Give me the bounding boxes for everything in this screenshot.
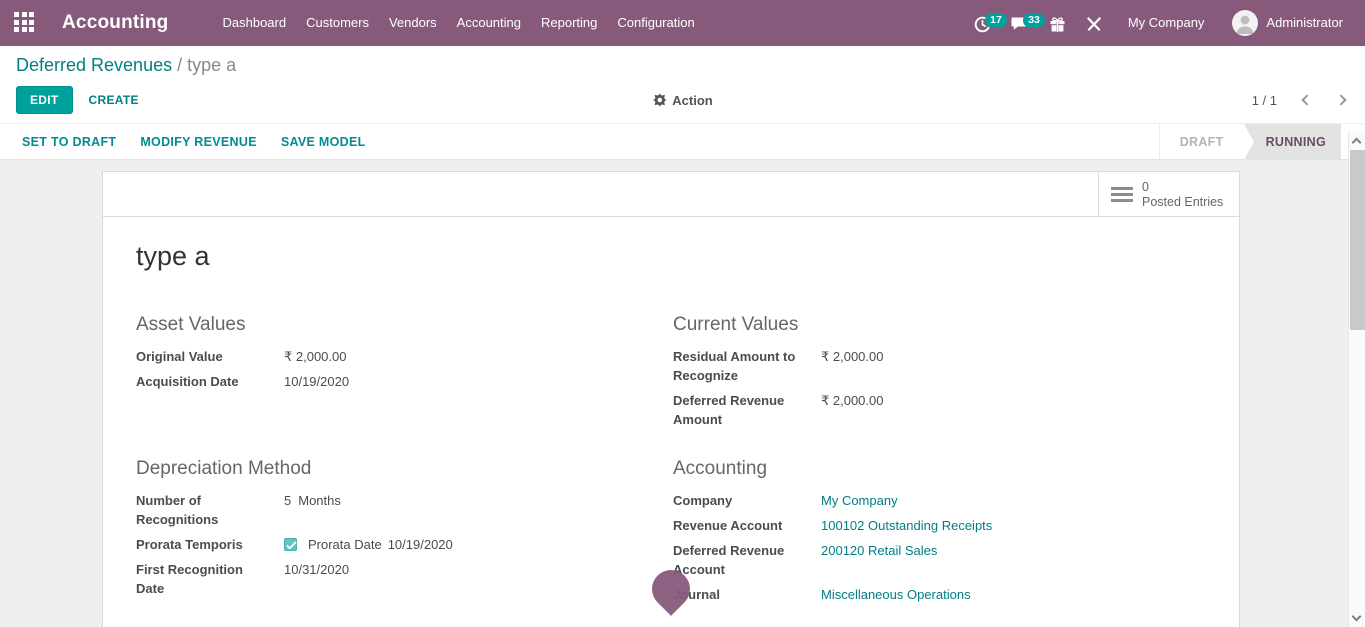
field-label: Revenue Account bbox=[673, 516, 821, 535]
field-value: ₹ 2,000.00 bbox=[821, 391, 884, 429]
prorata-checkbox[interactable] bbox=[284, 538, 297, 551]
group-accounting: Accounting Company My Company Revenue Ac… bbox=[673, 458, 1206, 607]
form-sheet: 0 Posted Entries type a Asset Values Ori… bbox=[102, 171, 1240, 627]
activities-button[interactable]: 17 bbox=[968, 10, 1001, 37]
field-label: Journal bbox=[673, 585, 821, 604]
revenue-account-link[interactable]: 100102 Outstanding Receipts bbox=[821, 516, 992, 535]
button-box: 0 Posted Entries bbox=[103, 172, 1239, 217]
group-depreciation-method: Depreciation Method Number of Recognitio… bbox=[136, 458, 673, 607]
field-label: Company bbox=[673, 491, 821, 510]
posted-entries-button[interactable]: 0 Posted Entries bbox=[1098, 172, 1239, 217]
create-button[interactable]: CREATE bbox=[77, 87, 151, 113]
field-journal: Journal Miscellaneous Operations bbox=[673, 582, 1206, 607]
field-value: 10/31/2020 bbox=[284, 560, 349, 598]
stage-draft[interactable]: DRAFT bbox=[1159, 124, 1244, 160]
breadcrumb-parent[interactable]: Deferred Revenues bbox=[16, 55, 172, 75]
field-label: Deferred Revenue Amount bbox=[673, 391, 821, 429]
stage-running: RUNNING bbox=[1244, 124, 1341, 160]
field-acquisition-date: Acquisition Date 10/19/2020 bbox=[136, 369, 673, 394]
gear-icon bbox=[652, 93, 666, 107]
menu-dashboard[interactable]: Dashboard bbox=[213, 0, 297, 46]
field-deferred-revenue-amount: Deferred Revenue Amount ₹ 2,000.00 bbox=[673, 388, 1206, 432]
record-title: type a bbox=[136, 241, 1206, 272]
messages-button[interactable]: 33 bbox=[1005, 10, 1039, 36]
field-residual-amount: Residual Amount to Recognize ₹ 2,000.00 bbox=[673, 344, 1206, 388]
field-label: Deferred Revenue Account bbox=[673, 541, 821, 579]
group-heading: Asset Values bbox=[136, 314, 673, 336]
pager-previous-icon[interactable] bbox=[1301, 94, 1312, 105]
gift-button[interactable] bbox=[1043, 10, 1076, 37]
action-label: Action bbox=[672, 93, 712, 108]
vertical-scrollbar[interactable] bbox=[1348, 132, 1365, 627]
field-value: ₹ 2,000.00 bbox=[821, 347, 884, 385]
gift-icon bbox=[1049, 16, 1066, 33]
field-first-recognition-date: First Recognition Date 10/31/2020 bbox=[136, 557, 673, 601]
deferred-revenue-account-link[interactable]: 200120 Retail Sales bbox=[821, 541, 937, 579]
stage-widget: DRAFT RUNNING bbox=[1159, 124, 1341, 160]
menu-configuration[interactable]: Configuration bbox=[607, 0, 704, 46]
main-menu: Dashboard Customers Vendors Accounting R… bbox=[213, 0, 705, 46]
group-current-values: Current Values Residual Amount to Recogn… bbox=[673, 314, 1206, 432]
group-heading: Accounting bbox=[673, 458, 1206, 480]
field-revenue-account: Revenue Account 100102 Outstanding Recei… bbox=[673, 513, 1206, 538]
menu-vendors[interactable]: Vendors bbox=[379, 0, 447, 46]
field-prorata-temporis: Prorata Temporis Prorata Date 10/19/2020 bbox=[136, 532, 673, 557]
field-value: ₹ 2,000.00 bbox=[284, 347, 347, 366]
messages-badge: 33 bbox=[1023, 13, 1045, 28]
field-label: Original Value bbox=[136, 347, 284, 366]
field-value: 5Months bbox=[284, 491, 341, 529]
pager-next-icon[interactable] bbox=[1335, 94, 1346, 105]
scrollbar-thumb[interactable] bbox=[1350, 150, 1365, 330]
menu-reporting[interactable]: Reporting bbox=[531, 0, 607, 46]
pager-counter: 1 / 1 bbox=[1252, 93, 1277, 108]
posted-entries-count: 0 bbox=[1142, 180, 1223, 195]
field-original-value: Original Value ₹ 2,000.00 bbox=[136, 344, 673, 369]
prorata-date-value: 10/19/2020 bbox=[388, 537, 453, 552]
set-to-draft-button[interactable]: SET TO DRAFT bbox=[22, 135, 116, 149]
posted-entries-label: Posted Entries bbox=[1142, 195, 1223, 210]
menu-accounting[interactable]: Accounting bbox=[447, 0, 531, 46]
field-deferred-revenue-account: Deferred Revenue Account 200120 Retail S… bbox=[673, 538, 1206, 582]
action-menu-button[interactable]: Action bbox=[652, 93, 712, 108]
scroll-up-icon[interactable] bbox=[1352, 138, 1362, 148]
field-label: First Recognition Date bbox=[136, 560, 284, 598]
group-heading: Depreciation Method bbox=[136, 458, 673, 480]
field-label: Acquisition Date bbox=[136, 372, 284, 391]
activities-badge: 17 bbox=[985, 13, 1007, 28]
field-label: Residual Amount to Recognize bbox=[673, 347, 821, 385]
save-model-button[interactable]: SAVE MODEL bbox=[281, 135, 366, 149]
field-value: 10/19/2020 bbox=[284, 372, 349, 391]
tools-x-icon bbox=[1086, 16, 1102, 32]
avatar bbox=[1232, 10, 1258, 36]
form-view: 0 Posted Entries type a Asset Values Ori… bbox=[0, 160, 1365, 625]
journal-link[interactable]: Miscellaneous Operations bbox=[821, 585, 971, 604]
app-name[interactable]: Accounting bbox=[62, 12, 169, 34]
group-asset-values: Asset Values Original Value ₹ 2,000.00 A… bbox=[136, 314, 673, 432]
company-link[interactable]: My Company bbox=[821, 491, 898, 510]
breadcrumb: Deferred Revenues / type a bbox=[16, 55, 1349, 76]
user-menu[interactable]: Administrator bbox=[1220, 0, 1355, 46]
field-company: Company My Company bbox=[673, 488, 1206, 513]
top-navbar: Accounting Dashboard Customers Vendors A… bbox=[0, 0, 1365, 46]
statusbar: SET TO DRAFT MODIFY REVENUE SAVE MODEL D… bbox=[0, 123, 1365, 160]
field-value: Prorata Date 10/19/2020 bbox=[284, 535, 453, 554]
scroll-down-icon[interactable] bbox=[1352, 612, 1362, 622]
prorata-date-label: Prorata Date bbox=[308, 537, 382, 552]
tools-button[interactable] bbox=[1080, 10, 1112, 36]
apps-menu-icon[interactable] bbox=[14, 12, 36, 34]
field-label: Number of Recognitions bbox=[136, 491, 284, 529]
modify-revenue-button[interactable]: MODIFY REVENUE bbox=[140, 135, 257, 149]
journal-entries-icon bbox=[1111, 187, 1133, 202]
field-label: Prorata Temporis bbox=[136, 535, 284, 554]
company-switcher[interactable]: My Company bbox=[1116, 0, 1217, 46]
user-name: Administrator bbox=[1266, 0, 1343, 46]
menu-customers[interactable]: Customers bbox=[296, 0, 379, 46]
edit-button[interactable]: EDIT bbox=[16, 86, 73, 114]
breadcrumb-separator: / bbox=[177, 55, 187, 75]
group-heading: Current Values bbox=[673, 314, 1206, 336]
control-panel: Deferred Revenues / type a EDIT CREATE A… bbox=[0, 46, 1365, 123]
field-number-of-recognitions: Number of Recognitions 5Months bbox=[136, 488, 673, 532]
breadcrumb-current: type a bbox=[187, 55, 236, 75]
